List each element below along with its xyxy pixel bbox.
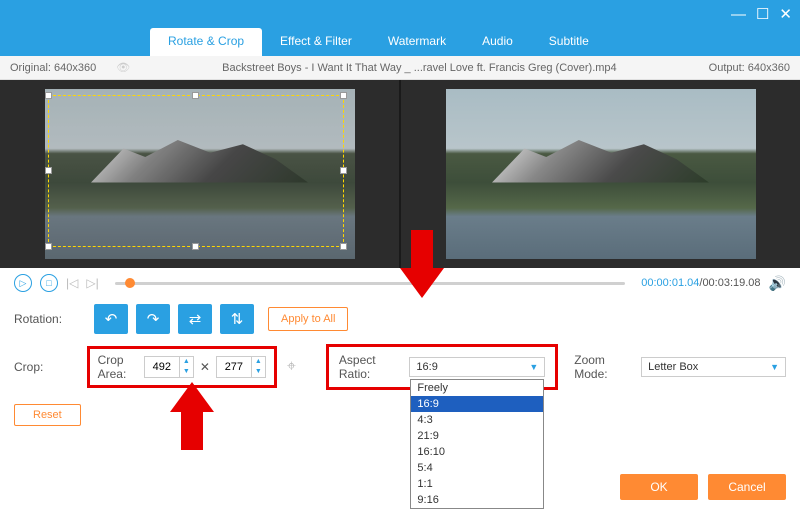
tab-watermark[interactable]: Watermark <box>370 28 464 56</box>
crop-handle-l[interactable] <box>45 167 52 174</box>
aspect-option-5-4[interactable]: 5:4 <box>411 460 543 476</box>
times-icon: ✕ <box>200 360 210 374</box>
crop-width-field[interactable]: ▲▼ <box>144 356 194 378</box>
prev-frame-button[interactable]: |◁ <box>66 276 78 290</box>
annotation-arrow-up <box>170 380 214 450</box>
reset-button[interactable]: Reset <box>14 404 81 426</box>
aspect-option-21-9[interactable]: 21:9 <box>411 428 543 444</box>
close-button[interactable]: ✕ <box>779 5 792 23</box>
preview-toggle-icon[interactable]: 👁 <box>116 61 130 74</box>
original-preview[interactable] <box>0 80 401 268</box>
rotate-left-button[interactable]: ↶ <box>94 304 128 334</box>
crop-handle-b[interactable] <box>192 243 199 250</box>
chevron-down-icon: ▼ <box>529 362 538 372</box>
crop-width-up[interactable]: ▲ <box>180 357 193 367</box>
original-size: Original: 640x360 <box>10 62 96 74</box>
apply-to-all-button[interactable]: Apply to All <box>268 307 348 331</box>
play-button[interactable]: ▷ <box>14 274 32 292</box>
crop-height-down[interactable]: ▼ <box>252 367 265 377</box>
rotation-label: Rotation: <box>14 312 94 326</box>
rotate-right-button[interactable]: ↷ <box>136 304 170 334</box>
stop-button[interactable]: □ <box>40 274 58 292</box>
crop-handle-tl[interactable] <box>45 92 52 99</box>
crop-handle-br[interactable] <box>340 243 347 250</box>
crop-width-input[interactable] <box>145 361 179 373</box>
aspect-option-9-16[interactable]: 9:16 <box>411 492 543 508</box>
cancel-button[interactable]: Cancel <box>708 474 786 500</box>
controls: Rotation: ↶ ↷ ⇄ ⇅ Apply to All Crop: Cro… <box>0 298 800 432</box>
volume-icon[interactable]: 🔊 <box>769 275 786 292</box>
tab-subtitle[interactable]: Subtitle <box>531 28 607 56</box>
aspect-option-1-1[interactable]: 1:1 <box>411 476 543 492</box>
minimize-button[interactable]: — <box>731 6 746 23</box>
flip-vertical-button[interactable]: ⇅ <box>220 304 254 334</box>
maximize-button[interactable]: ☐ <box>756 5 769 23</box>
crop-handle-bl[interactable] <box>45 243 52 250</box>
aspect-ratio-dropdown[interactable]: 16:9▼ Freely 16:9 4:3 21:9 16:10 5:4 1:1… <box>409 357 545 377</box>
aspect-option-16-9[interactable]: 16:9 <box>411 396 543 412</box>
center-crop-icon[interactable]: ⌖ <box>287 358 296 376</box>
chevron-down-icon: ▼ <box>770 362 779 372</box>
aspect-ratio-selected[interactable]: 16:9▼ <box>410 358 544 376</box>
annotation-arrow-down <box>400 230 444 300</box>
next-frame-button[interactable]: ▷| <box>86 276 98 290</box>
zoom-mode-dropdown[interactable]: Letter Box▼ <box>641 357 786 377</box>
aspect-option-4-3[interactable]: 4:3 <box>411 412 543 428</box>
crop-label: Crop: <box>14 360 87 374</box>
crop-height-input[interactable] <box>217 361 251 373</box>
titlebar: — ☐ ✕ <box>0 0 800 28</box>
crop-width-down[interactable]: ▼ <box>180 367 193 377</box>
crop-handle-t[interactable] <box>192 92 199 99</box>
output-image <box>446 89 756 259</box>
footer: OK Cancel <box>620 474 786 500</box>
aspect-option-16-10[interactable]: 16:10 <box>411 444 543 460</box>
crop-handle-r[interactable] <box>340 167 347 174</box>
zoom-mode: Zoom Mode: Letter Box▼ <box>574 353 786 381</box>
zoom-mode-label: Zoom Mode: <box>574 353 635 381</box>
crop-handle-tr[interactable] <box>340 92 347 99</box>
aspect-ratio-label: Aspect Ratio: <box>339 353 404 381</box>
seek-track[interactable] <box>115 282 626 285</box>
ok-button[interactable]: OK <box>620 474 698 500</box>
filename: Backstreet Boys - I Want It That Way _ .… <box>130 62 708 74</box>
info-bar: Original: 640x360 👁 Backstreet Boys - I … <box>0 56 800 80</box>
aspect-ratio-highlight: Aspect Ratio: 16:9▼ Freely 16:9 4:3 21:9… <box>326 344 558 390</box>
seek-knob[interactable] <box>125 278 135 288</box>
output-size: Output: 640x360 <box>709 62 790 74</box>
crop-height-up[interactable]: ▲ <box>252 357 265 367</box>
tab-rotate-crop[interactable]: Rotate & Crop <box>150 28 262 56</box>
aspect-option-freely[interactable]: Freely <box>411 380 543 396</box>
time-display: 00:00:01.04/00:03:19.08 <box>641 277 760 289</box>
crop-area-label: Crop Area: <box>98 353 138 381</box>
aspect-ratio-list: Freely 16:9 4:3 21:9 16:10 5:4 1:1 9:16 <box>410 379 544 509</box>
tab-effect-filter[interactable]: Effect & Filter <box>262 28 370 56</box>
zoom-mode-selected[interactable]: Letter Box▼ <box>642 358 785 376</box>
tab-audio[interactable]: Audio <box>464 28 531 56</box>
crop-height-field[interactable]: ▲▼ <box>216 356 266 378</box>
output-preview <box>401 80 800 268</box>
crop-selection[interactable] <box>48 95 344 247</box>
flip-horizontal-button[interactable]: ⇄ <box>178 304 212 334</box>
tab-bar: Rotate & Crop Effect & Filter Watermark … <box>0 28 800 56</box>
